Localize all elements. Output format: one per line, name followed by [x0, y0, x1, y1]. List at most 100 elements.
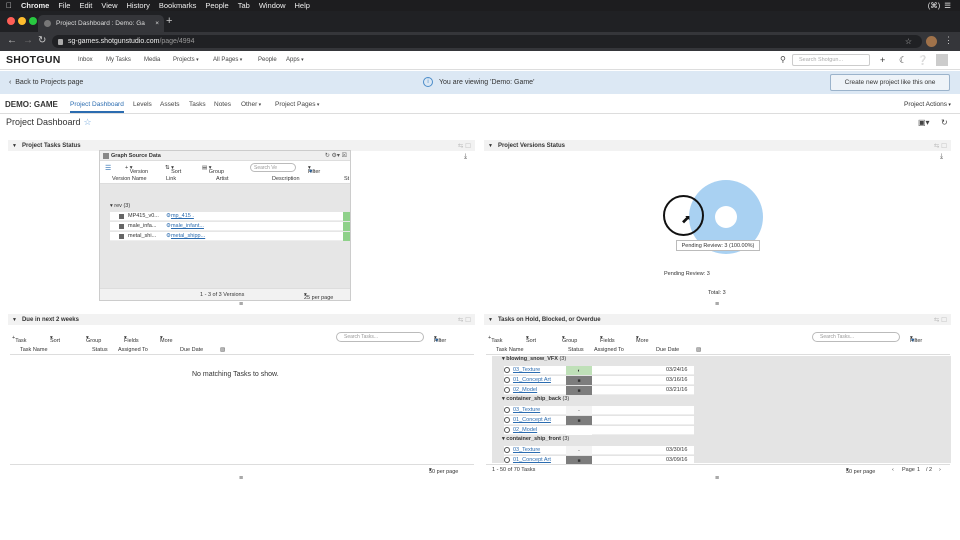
table-row[interactable]: 03_Texture ◐ 03/24/16	[504, 366, 694, 375]
status-cell[interactable]: ■	[566, 376, 592, 385]
tab-assets[interactable]: Assets	[160, 101, 180, 108]
menu-help[interactable]: Help	[295, 1, 310, 10]
task-checkbox-icon[interactable]	[504, 367, 510, 373]
task-checkbox-icon[interactable]	[504, 387, 510, 393]
chevron-down-icon[interactable]: ▼	[488, 317, 493, 323]
col-task-name[interactable]: Task Name	[496, 347, 524, 353]
nav-people[interactable]: People	[258, 57, 277, 63]
add-task-button[interactable]: + Task	[488, 335, 503, 344]
gsd-filter-button[interactable]: ▼ Filter ▾	[308, 165, 320, 175]
task-checkbox-icon[interactable]	[504, 377, 510, 383]
col-due-date[interactable]: Due Date	[180, 347, 203, 353]
favorite-star-icon[interactable]: ☆	[84, 117, 92, 127]
search-tasks-input[interactable]: Search Tasks...	[336, 332, 424, 342]
resize-handle-icon[interactable]: ≡	[239, 475, 243, 482]
global-search-input[interactable]: Search Shotgun...	[792, 54, 870, 66]
table-row[interactable]: 02_Model	[504, 426, 694, 435]
page-document-icon[interactable]: ▣▾	[918, 118, 930, 127]
task-checkbox-icon[interactable]	[504, 417, 510, 423]
task-checkbox-icon[interactable]	[504, 427, 510, 433]
fields-button[interactable]: Fields ▾	[124, 335, 139, 344]
sort-button[interactable]: Sort ▾	[50, 335, 60, 344]
search-tasks-input[interactable]: Search Tasks...	[812, 332, 900, 342]
table-row[interactable]: 01_Concept Art ■	[504, 416, 694, 425]
table-row[interactable]: 01_Concept Art ■ 03/16/16	[504, 376, 694, 385]
tab-project-pages[interactable]: Project Pages	[275, 101, 319, 108]
col-description[interactable]: Description	[272, 176, 300, 182]
address-bar[interactable]: sg-games.shotgunstudio.com/page/4994 ☆	[52, 35, 922, 48]
status-cell[interactable]: -	[566, 446, 592, 455]
menu-edit[interactable]: Edit	[79, 1, 92, 10]
resize-handle-icon[interactable]: ≡	[715, 475, 719, 482]
nav-apps[interactable]: Apps	[286, 57, 304, 63]
task-name-link[interactable]: 01_Concept Art	[513, 457, 551, 463]
back-to-projects-link[interactable]: ‹ Back to Projects page	[9, 79, 83, 86]
project-actions-menu[interactable]: Project Actions	[904, 101, 951, 108]
add-task-button[interactable]: + Task	[12, 335, 27, 344]
table-row[interactable]: 02_Model ■ 03/21/16	[504, 386, 694, 395]
nav-media[interactable]: Media	[144, 57, 160, 63]
browser-tab[interactable]: Project Dashboard : Demo: Ga ×	[38, 15, 164, 32]
close-tab-icon[interactable]: ×	[155, 20, 159, 27]
task-name-link[interactable]: 01_Concept Art	[513, 377, 551, 383]
forward-arrow-icon[interactable]: →	[23, 35, 33, 46]
task-name-link[interactable]: 03_Texture	[513, 367, 540, 373]
col-task-name[interactable]: Task Name	[20, 347, 48, 353]
version-link[interactable]: ⚙metal_shipp...	[166, 233, 205, 239]
chevron-down-icon[interactable]: ▼	[488, 143, 493, 149]
add-column-icon[interactable]: ▧	[220, 347, 225, 353]
tab-notes[interactable]: Notes	[214, 101, 231, 108]
task-checkbox-icon[interactable]	[504, 407, 510, 413]
user-avatar[interactable]	[936, 54, 948, 66]
add-column-icon[interactable]: ▧	[696, 347, 701, 353]
more-button[interactable]: More ▾	[160, 335, 173, 344]
resize-handle-icon[interactable]: ≡	[239, 301, 243, 308]
tab-project-dashboard[interactable]: Project Dashboard	[70, 101, 124, 113]
table-row[interactable]: 03_Texture - 03/30/16	[504, 446, 694, 455]
col-assigned-to[interactable]: Assigned To	[118, 347, 148, 353]
nav-projects[interactable]: Projects	[173, 57, 199, 63]
nav-my-tasks[interactable]: My Tasks	[106, 57, 131, 63]
search-icon[interactable]: ⚲	[780, 55, 786, 64]
nav-all-pages[interactable]: All Pages	[213, 57, 242, 63]
menu-view[interactable]: View	[101, 1, 117, 10]
col-due-date[interactable]: Due Date	[656, 347, 679, 353]
panel-tools-icon[interactable]: ⇆ ☐	[934, 316, 947, 324]
shotgun-logo[interactable]: SHOTGUN	[6, 54, 61, 66]
col-assigned-to[interactable]: Assigned To	[594, 347, 624, 353]
sort-button[interactable]: Sort ▾	[526, 335, 536, 344]
task-group-header[interactable]: ▾ container_ship_back (3)	[502, 396, 569, 402]
back-arrow-icon[interactable]: ←	[7, 35, 17, 46]
tab-levels[interactable]: Levels	[133, 101, 152, 108]
status-cell[interactable]: ◐	[566, 366, 592, 375]
moon-icon[interactable]: ☾	[899, 55, 907, 66]
gsd-group-button[interactable]: ▤ Group ▾	[202, 165, 224, 175]
list-icon[interactable]: ☰	[944, 1, 951, 10]
download-icon[interactable]: ⤓	[464, 153, 467, 161]
task-checkbox-icon[interactable]	[504, 447, 510, 453]
gsd-sort-button[interactable]: ⇅ Sort ▾	[165, 165, 181, 175]
panel-tools-icon[interactable]: ⇆ ☐	[458, 316, 471, 324]
create-project-button[interactable]: Create new project like this one	[830, 74, 950, 91]
version-link[interactable]: ⚙male_infant...	[166, 223, 204, 229]
menu-app-name[interactable]: Chrome	[21, 1, 49, 10]
menu-people[interactable]: People	[205, 1, 228, 10]
table-row[interactable]: 03_Texture -	[504, 406, 694, 415]
fields-button[interactable]: Fields ▾	[600, 335, 615, 344]
reload-icon[interactable]: ↻	[38, 35, 46, 46]
browser-menu-icon[interactable]: ⋮	[944, 35, 953, 46]
group-button[interactable]: Group ▾	[86, 335, 101, 344]
gsd-per-page[interactable]: 25 per page ▾	[304, 292, 333, 301]
status-cell[interactable]: ■	[566, 386, 592, 395]
col-status[interactable]: Status	[92, 347, 108, 353]
nav-inbox[interactable]: Inbox	[78, 57, 93, 63]
maximize-window-icon[interactable]	[29, 17, 37, 25]
new-tab-icon[interactable]: +	[166, 15, 172, 27]
plus-icon[interactable]: +	[880, 55, 885, 65]
version-link[interactable]: ⚙mp_415 .	[166, 213, 194, 219]
task-name-link[interactable]: 01_Concept Art	[513, 417, 551, 423]
minimize-window-icon[interactable]	[18, 17, 26, 25]
status-cell[interactable]	[566, 426, 592, 435]
close-window-icon[interactable]	[7, 17, 15, 25]
next-page-icon[interactable]: ›	[939, 467, 941, 473]
